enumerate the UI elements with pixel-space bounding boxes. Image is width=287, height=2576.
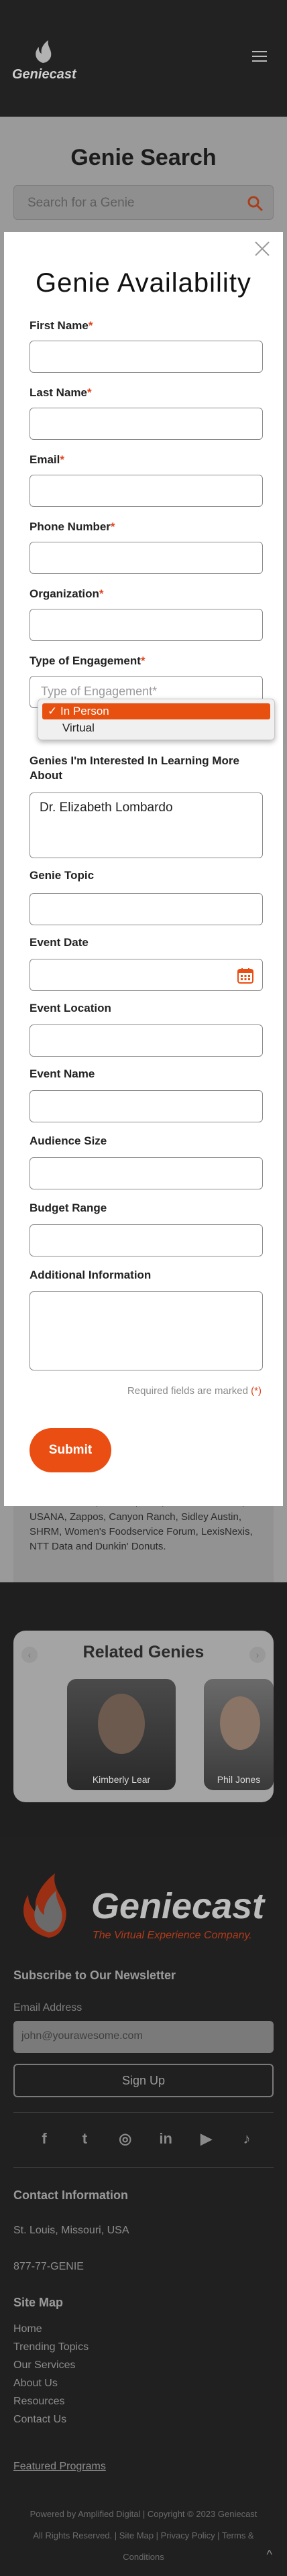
footer-logo-text: Geniecast (91, 1886, 265, 1926)
copyright-line: Powered by Amplified Digital | Copyright… (30, 2509, 257, 2519)
genies-label: Genies I'm Interested In Learning More A… (30, 754, 239, 782)
genies-value: Dr. Elizabeth Lombardo (40, 801, 173, 815)
footer-tagline: The Virtual Experience Company. (93, 1930, 252, 1941)
phone-field[interactable] (30, 542, 263, 574)
last-name-label: Last Name* (30, 386, 92, 399)
newsletter-title: Subscribe to Our Newsletter (13, 1969, 176, 1982)
event-name-field[interactable] (30, 1090, 263, 1122)
genie-bio-card: NBC Universal, Deloitte, UBS, Lincoln Fi… (13, 1495, 274, 1582)
contact-city: St. Louis, Missouri, USA (13, 2225, 129, 2236)
sitemap-link[interactable]: Home (13, 2320, 89, 2338)
genie-availability-modal: Genie Availability First Name* Last Name… (4, 232, 283, 1506)
additional-info-field[interactable] (30, 1291, 263, 1370)
audience-size-label: Audience Size (30, 1134, 107, 1147)
last-name-field[interactable] (30, 408, 263, 440)
sitemap-link[interactable]: Our Services (13, 2356, 89, 2374)
related-genies: ‹ › Related Genies Kimberly Lear Phil Jo… (13, 1631, 274, 1802)
search-input[interactable]: Search for a Genie (13, 185, 274, 220)
submit-button[interactable]: Submit (30, 1428, 111, 1472)
instagram-icon[interactable]: ◎ (116, 2129, 135, 2148)
event-date-field[interactable] (30, 959, 263, 991)
calendar-icon[interactable] (237, 967, 254, 984)
sitemap-link[interactable]: Trending Topics (13, 2338, 89, 2356)
newsletter-email-input[interactable]: john@yourawesome.com (13, 2021, 274, 2053)
divider (13, 2112, 274, 2113)
site-header: Geniecast (0, 0, 287, 117)
additional-info-label: Additional Information (30, 1269, 152, 1281)
topic-field[interactable] (30, 893, 263, 925)
avatar (98, 1694, 145, 1754)
copyright-line: Conditions (123, 2552, 164, 2562)
sitemap-title: Site Map (13, 2296, 64, 2309)
event-name-label: Event Name (30, 1067, 95, 1080)
audience-size-field[interactable] (30, 1157, 263, 1189)
genie-card[interactable]: Phil Jones (204, 1679, 274, 1790)
first-name-label: First Name* (30, 319, 93, 332)
modal-title: Genie Availability (36, 268, 251, 298)
chevron-up-icon[interactable]: ^ (267, 2548, 272, 2562)
dropdown-option-virtual[interactable]: Virtual (42, 720, 270, 736)
organization-field[interactable] (30, 609, 263, 641)
logo-text: Geniecast (12, 67, 76, 82)
event-location-label: Event Location (30, 1002, 111, 1014)
divider (13, 2167, 274, 2168)
budget-range-field[interactable] (30, 1224, 263, 1256)
dropdown-option-in-person[interactable]: ✓ In Person (42, 703, 270, 719)
sitemap-link[interactable]: About Us (13, 2374, 89, 2392)
sign-up-button[interactable]: Sign Up (13, 2064, 274, 2097)
linkedin-icon[interactable]: in (156, 2129, 175, 2148)
search-icon[interactable] (246, 194, 264, 212)
first-name-field[interactable] (30, 341, 263, 373)
required-note: Required fields are marked (*) (127, 1385, 262, 1397)
email-label: Email Address (13, 2002, 82, 2013)
budget-range-label: Budget Range (30, 1202, 107, 1214)
search-placeholder: Search for a Genie (27, 196, 135, 210)
engagement-dropdown: ✓ In Person Virtual (38, 699, 275, 740)
sitemap-link[interactable]: Resources (13, 2392, 89, 2410)
engagement-label: Type of Engagement* (30, 654, 146, 667)
genie-name: Phil Jones (217, 1774, 261, 1785)
event-location-field[interactable] (30, 1024, 263, 1057)
contact-title: Contact Information (13, 2188, 128, 2202)
email-placeholder: john@yourawesome.com (21, 2030, 143, 2042)
event-date-label: Event Date (30, 936, 89, 949)
sitemap-links: Home Trending Topics Our Services About … (13, 2320, 89, 2428)
organization-label: Organization* (30, 587, 104, 600)
close-icon[interactable] (253, 240, 271, 257)
flame-logo-icon (23, 1873, 66, 1938)
flame-logo-icon (36, 40, 52, 63)
footer-logo[interactable]: Geniecast The Virtual Experience Company… (12, 1868, 276, 1948)
genie-card[interactable]: Kimberly Lear (67, 1679, 176, 1790)
phone-label: Phone Number* (30, 520, 115, 533)
engagement-placeholder: Type of Engagement* (41, 685, 158, 698)
email-label: Email* (30, 453, 64, 466)
sitemap-link[interactable]: Contact Us (13, 2410, 89, 2428)
facebook-icon[interactable]: f (35, 2129, 54, 2148)
social-links: f t ◎ in ▶ ♪ (35, 2129, 256, 2150)
copyright-line: All Rights Reserved. | Site Map | Privac… (33, 2530, 254, 2540)
avatar (220, 1696, 260, 1750)
featured-programs-link[interactable]: Featured Programs (13, 2461, 106, 2473)
tiktok-icon[interactable]: ♪ (237, 2129, 256, 2148)
email-field[interactable] (30, 475, 263, 507)
youtube-icon[interactable]: ▶ (197, 2129, 216, 2148)
search-title: Genie Search (70, 145, 217, 170)
genie-name: Kimberly Lear (92, 1774, 151, 1785)
twitter-icon[interactable]: t (75, 2129, 94, 2148)
footer: Geniecast The Virtual Experience Company… (0, 1837, 287, 2576)
hamburger-menu-icon[interactable] (252, 51, 267, 62)
copyright: Powered by Amplified Digital | Copyright… (15, 2504, 272, 2568)
genies-field[interactable]: Dr. Elizabeth Lombardo (30, 793, 263, 858)
geniecast-logo[interactable]: Geniecast (12, 38, 76, 84)
topic-label: Genie Topic (30, 869, 95, 882)
related-title: Related Genies (82, 1643, 205, 1661)
contact-phone[interactable]: 877-77-GENIE (13, 2261, 84, 2273)
